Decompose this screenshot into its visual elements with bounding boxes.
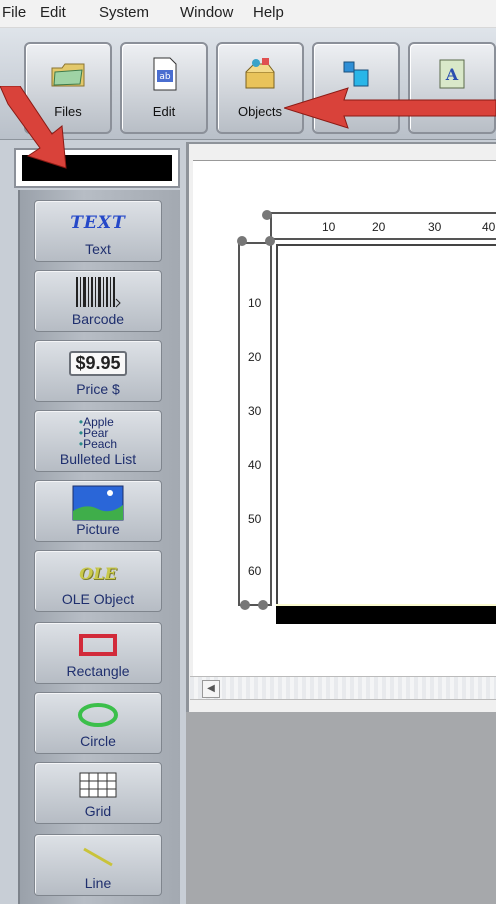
- palette-line-button[interactable]: Line: [34, 834, 162, 896]
- horizontal-scrollbar[interactable]: ◀: [190, 676, 496, 700]
- menu-help[interactable]: Help: [253, 4, 284, 21]
- palette-ole-label: OLE Object: [61, 591, 135, 607]
- edit-label: Edit: [152, 104, 176, 119]
- palette-price-label: Price $: [76, 381, 120, 397]
- svg-text:ab: ab: [159, 72, 171, 82]
- bullet-3: Peach: [83, 436, 118, 451]
- scroll-left-icon[interactable]: ◀: [202, 680, 220, 698]
- hruler-tick: 30: [428, 220, 442, 234]
- line-icon: [70, 839, 126, 875]
- ole-icon: OLE: [79, 563, 117, 583]
- palette-line-label: Line: [84, 875, 112, 891]
- palette-picture-button[interactable]: Picture: [34, 480, 162, 542]
- label-shadow: [276, 606, 496, 624]
- palette-price-button[interactable]: $9.95 Price $: [34, 340, 162, 402]
- grid-icon: [70, 767, 126, 803]
- vruler-tick: 20: [248, 350, 262, 364]
- palette-picture-label: Picture: [76, 521, 120, 537]
- palette-barcode-label: Barcode: [71, 311, 125, 327]
- rectangle-icon: [70, 627, 126, 663]
- vruler-tick: 30: [248, 404, 262, 418]
- edit-document-icon: ab: [153, 57, 177, 91]
- palette-barcode-button[interactable]: Barcode: [34, 270, 162, 332]
- menu-bar: File Edit System Window Help: [0, 0, 496, 28]
- picture-icon: [70, 485, 126, 521]
- label-sheet[interactable]: [276, 244, 496, 606]
- palette-circle-label: Circle: [80, 733, 116, 749]
- palette-bulleted-list-button[interactable]: •Apple •Pear •Peach Bulleted List: [34, 410, 162, 472]
- palette-rectangle-button[interactable]: Rectangle: [34, 622, 162, 684]
- vruler-tick: 40: [248, 458, 262, 472]
- arrow-annotation-right: [284, 87, 496, 129]
- menu-system[interactable]: System: [99, 4, 149, 21]
- hruler-tick: 20: [372, 220, 386, 234]
- palette-circle-button[interactable]: Circle: [34, 692, 162, 754]
- palette-grid-label: Grid: [84, 803, 112, 819]
- price-icon: $9.95: [69, 345, 127, 381]
- ruler-handle-bottom[interactable]: [240, 600, 250, 610]
- svg-text:A: A: [445, 65, 459, 84]
- arrow-annotation-left: [0, 86, 67, 169]
- menu-edit[interactable]: Edit: [40, 4, 66, 21]
- vruler-tick: 50: [248, 512, 262, 526]
- ruler-handle-top[interactable]: [262, 210, 272, 220]
- vruler-tick: 60: [248, 564, 262, 578]
- object-palette: TEXT Text Barcode $9.95 Price $ •Apple •…: [18, 190, 180, 904]
- hruler-tick: 40: [482, 220, 496, 234]
- ruler-handle-corner[interactable]: [265, 236, 275, 246]
- ruler-handle-corner[interactable]: [237, 236, 247, 246]
- palette-text-label: Text: [85, 241, 111, 257]
- vruler-tick: 10: [248, 296, 262, 310]
- text-icon: TEXT: [70, 213, 126, 233]
- vertical-ruler: 10 20 30 40 50 60: [238, 242, 272, 606]
- ruler-handle-bottom[interactable]: [258, 600, 268, 610]
- palette-bulleted-list-label: Bulleted List: [59, 451, 137, 467]
- edit-button[interactable]: ab Edit: [120, 42, 208, 134]
- circle-icon: [70, 697, 126, 733]
- objects-box-icon: [245, 58, 275, 89]
- palette-text-button[interactable]: TEXT Text: [34, 200, 162, 262]
- palette-grid-button[interactable]: Grid: [34, 762, 162, 824]
- menu-window[interactable]: Window: [180, 4, 233, 21]
- horizontal-ruler: 10 20 30 40: [270, 212, 496, 240]
- palette-ole-button[interactable]: OLE OLE Object: [34, 550, 162, 612]
- menu-file[interactable]: File: [2, 4, 26, 21]
- palette-rectangle-label: Rectangle: [66, 663, 130, 679]
- bulleted-list-icon: •Apple •Pear •Peach: [78, 414, 118, 451]
- barcode-icon: [70, 275, 126, 311]
- hruler-tick: 10: [322, 220, 336, 234]
